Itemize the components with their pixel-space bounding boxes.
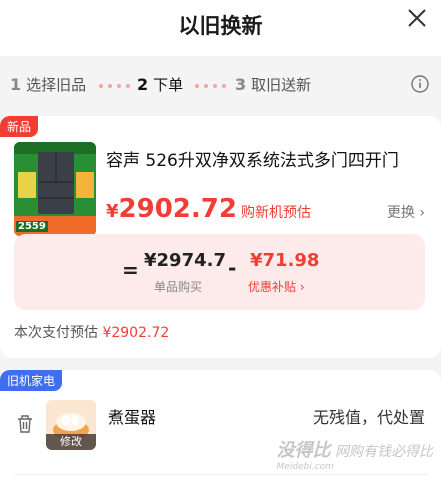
step-label: 选择旧品 — [26, 76, 87, 94]
new-price: 2902.72 — [118, 194, 237, 224]
equals-icon: = — [122, 258, 139, 282]
step-number: 2 — [137, 75, 149, 94]
payment-estimate: 本次支付预估 ¥2902.72 — [14, 322, 169, 342]
step-select-old: 1 选择旧品 — [10, 74, 86, 95]
watermark-slogan: 网购有钱必得比 — [335, 444, 433, 460]
step-pickup-delivery: 3 取旧送新 — [235, 74, 311, 95]
new-price-row: ¥2902.72 购新机预估 — [106, 194, 311, 224]
subsidy-link[interactable]: 优惠补贴 › — [248, 278, 305, 295]
divider — [14, 474, 427, 475]
old-appliance-tag: 旧机家电 — [0, 370, 63, 391]
step-number: 1 — [10, 75, 22, 94]
step-dots — [195, 84, 226, 88]
watermark-url: Meidebi.com — [276, 462, 334, 472]
subsidy-amount: ¥71.98 — [250, 250, 320, 271]
price-currency: ¥ — [106, 201, 119, 222]
step-label: 取旧送新 — [251, 76, 312, 94]
step-dots — [99, 84, 130, 88]
old-appliance-section: 旧机家电 修改 煮蛋器 无残值，代处置 — [0, 370, 441, 491]
info-icon[interactable] — [411, 75, 429, 93]
close-icon[interactable] — [403, 4, 431, 32]
price-calculation: = ¥2974.7 单品购买 - ¥71.98 优惠补贴 › — [14, 234, 425, 310]
payment-estimate-label: 本次支付预估 — [14, 325, 98, 341]
trash-icon[interactable] — [16, 414, 34, 434]
edit-old-appliance-button[interactable]: 修改 — [46, 434, 96, 450]
minus-icon: - — [228, 256, 237, 280]
step-place-order: 2 下单 — [137, 74, 183, 95]
watermark-brand: 没得比 — [276, 440, 331, 461]
product-image[interactable]: 2559 — [14, 142, 96, 236]
watermark: 没得比 网购有钱必得比 Meidebi.com — [277, 436, 433, 472]
new-price-label: 购新机预估 — [240, 205, 311, 221]
step-number: 3 — [235, 75, 247, 94]
unit-price-label: 单品购买 — [154, 280, 203, 294]
product-image-price: 2559 — [16, 221, 48, 232]
product-name[interactable]: 容声 526升双净双系统法式多门四开门 — [106, 146, 426, 171]
old-appliance-value: 无残值，代处置 — [312, 408, 425, 427]
payment-estimate-amount: ¥2902.72 — [102, 325, 170, 341]
header: 以旧换新 — [0, 0, 441, 56]
step-indicator: 1 选择旧品 2 下单 3 取旧送新 — [0, 62, 441, 106]
page-title: 以旧换新 — [178, 14, 263, 38]
new-product-card: 新品 2559 容声 526升双净双系统法式多门四开门 ¥2902.72 购新机预… — [0, 116, 441, 358]
new-product-tag: 新品 — [0, 116, 39, 137]
change-product-button[interactable]: 更换 › — [387, 202, 425, 222]
unit-price: ¥2974.7 — [144, 250, 226, 271]
step-label: 下单 — [153, 76, 184, 94]
old-appliance-name: 煮蛋器 — [108, 408, 157, 427]
